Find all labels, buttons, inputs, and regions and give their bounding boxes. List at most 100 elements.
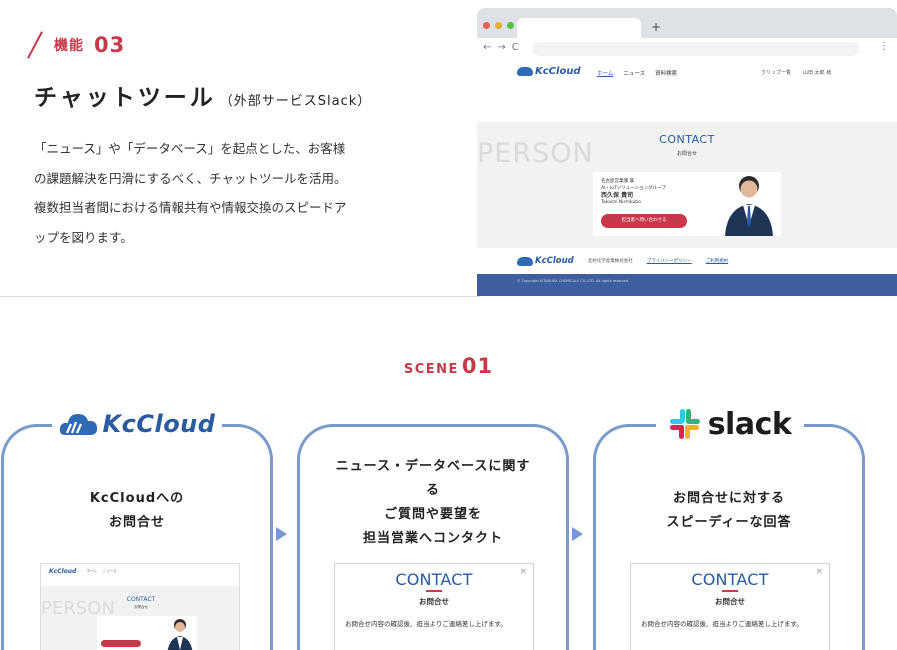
browser-menu-icon: ⋮ — [879, 41, 889, 52]
slash-decoration — [27, 31, 43, 59]
cloud-logo-icon — [517, 256, 533, 266]
step-text: KcCloudへの お問合せ — [4, 487, 270, 535]
site-logo-text: KcCloud — [535, 66, 581, 77]
mini-staff-card — [97, 616, 197, 650]
nav-item-home: ホーム — [597, 71, 614, 77]
nav-buttons-icon: ←→C — [483, 42, 525, 53]
minimize-dot-icon — [495, 22, 502, 29]
step-text-line: お問合せ — [108, 515, 165, 530]
description-line: の課題解決を円滑にするべく、チャットツールを活用。 — [34, 170, 347, 186]
slack-logo-text: slack — [707, 406, 792, 442]
staff-info: 名古屋営業課 兼 AI・IoTソリューショングループ 西久保 貴司 Takash… — [601, 178, 666, 206]
site-nav: ホーム ニュース 資料検索 — [597, 69, 677, 77]
dialog-subtitle: お問合せ — [419, 597, 449, 606]
step-text-line: 担当営業へコンタクト — [362, 531, 503, 546]
contact-dialog: × CONTACT お問合せ お問合せ内容の確認後、担当よりご連絡差し上げます。 — [334, 563, 534, 650]
address-bar — [533, 42, 859, 56]
footer-logo-text: KcCloud — [535, 256, 574, 266]
contact-staff-button: 担当者へ問い合わせる — [601, 214, 687, 228]
kccloud-cloud-icon — [59, 414, 97, 435]
step-text-line: ご質問や要望を — [383, 507, 482, 522]
site-user-area: クリップ一覧 山田 太郎 様 — [761, 69, 831, 76]
dialog-title: CONTACT — [395, 570, 473, 589]
kccloud-logo-text: KcCloud — [102, 410, 216, 438]
new-tab-icon: + — [651, 20, 662, 34]
dialog-underline — [426, 590, 442, 592]
flow-arrow-icon — [276, 527, 287, 541]
nav-item-news: ニュース — [623, 71, 646, 77]
step-text: お問合せに対する スピーディーな回答 — [596, 487, 862, 535]
browser-tab — [517, 18, 641, 40]
flow-arrow-icon — [572, 527, 583, 541]
step-text-line: ニュース・データベースに関す — [335, 459, 531, 474]
scene-title: SCENE 01 — [0, 354, 897, 378]
feature-title: チャットツール （外部サービスSlack） — [34, 78, 371, 112]
step-text-line: お問合せに対する — [672, 491, 785, 506]
copyright-bar: © Copyright KITAMURA CHEMICALS CO.,LTD. … — [477, 274, 897, 296]
slack-hash-icon — [669, 409, 700, 439]
scene-number: 01 — [461, 354, 494, 378]
site-logo: KcCloud — [517, 66, 581, 77]
cloud-logo-icon — [517, 67, 533, 76]
mini-nav-item: ホーム — [86, 568, 97, 573]
staff-photo — [725, 176, 773, 236]
clip-list-link: クリップ一覧 — [761, 70, 792, 76]
mini-contact-heading: CONTACT — [126, 596, 156, 603]
step-text-line: る — [425, 483, 440, 498]
description-line: ップを図ります。 — [34, 229, 133, 245]
staff-group: AI・IoTソリューショングループ — [601, 186, 666, 191]
mini-nav-item: ニュース — [102, 568, 117, 573]
contact-heading: CONTACT — [659, 133, 715, 146]
scene-step-slack: お問合せに対する スピーディーな回答 × CONTACT お問合せ お問合せ内容… — [593, 424, 865, 650]
window-controls — [483, 22, 514, 29]
mini-staff-photo — [167, 619, 193, 650]
site-page: KcCloud ホーム ニュース 資料検索 クリップ一覧 山田 太郎 様 PER… — [477, 60, 897, 296]
staff-dept: 名古屋営業課 兼 — [601, 179, 634, 184]
step-text-line: KcCloudへの — [89, 491, 185, 506]
footer-company: 北村化学産業株式会社 — [587, 259, 633, 264]
mini-logo: KcCloud — [49, 567, 77, 575]
description-line: 「ニュース」や「データベース」を起点とした、お客様 — [34, 141, 346, 156]
contact-dialog: × CONTACT お問合せ お問合せ内容の確認後、担当よりご連絡差し上げます。 — [630, 563, 830, 650]
feature-heading: 機能 03 — [27, 30, 126, 60]
feature-title-main: チャットツール — [34, 85, 216, 111]
dialog-message: お問合せ内容の確認後、担当よりご連絡差し上げます。 — [641, 620, 803, 628]
staff-name: 西久保 貴司 — [601, 192, 634, 199]
nav-item-search: 資料検索 — [655, 71, 678, 77]
dialog-title: CONTACT — [691, 570, 769, 589]
browser-toolbar: ←→C ⋮ — [477, 38, 897, 60]
step-text-line: スピーディーな回答 — [666, 515, 792, 530]
mini-nav: KcCloud ホーム ニュース — [41, 564, 239, 578]
dialog-subtitle: お問合せ — [715, 597, 745, 606]
privacy-link: プライバシーポリシー — [646, 259, 692, 264]
slack-logo: slack — [669, 407, 792, 442]
scene-step-kccloud: KcCloudへの お問合せ KcCloud ホーム ニュース PERSON C… — [1, 424, 273, 650]
maximize-dot-icon — [507, 22, 514, 29]
contact-subheading: お問合せ — [676, 151, 697, 157]
kccloud-logo: KcCloud — [59, 410, 216, 438]
mini-contact-button — [101, 640, 141, 647]
step-text: ニュース・データベースに関す る ご質問や要望を 担当営業へコンタクト — [300, 455, 566, 551]
user-name: 山田 太郎 様 — [803, 70, 832, 76]
dialog-message: お問合せ内容の確認後、担当よりご連絡差し上げます。 — [345, 620, 507, 628]
description-line: 複数担当者間における情報共有や情報交換のスピードア — [34, 200, 347, 215]
footer-logo: KcCloud — [517, 256, 574, 266]
staff-romaji: Takashi Nishikubo — [601, 200, 641, 205]
terms-link: ご利用規約 — [705, 259, 729, 264]
browser-mockup: + ←→C ⋮ KcCloud ホーム ニュース 資料検索 クリップ一覧 山田 … — [477, 8, 897, 296]
dialog-underline — [722, 590, 738, 592]
scene-step-contact: ニュース・データベースに関す る ご質問や要望を 担当営業へコンタクト × CO… — [297, 424, 569, 650]
close-dot-icon — [483, 22, 490, 29]
site-header: KcCloud ホーム ニュース 資料検索 クリップ一覧 山田 太郎 様 — [477, 60, 897, 82]
feature-label: 機能 — [54, 38, 84, 54]
site-footer: KcCloud 北村化学産業株式会社 プライバシーポリシー ご利用規約 — [517, 256, 728, 266]
feature-number: 03 — [94, 33, 126, 57]
slack-badge: slack — [656, 407, 804, 442]
kccloud-mini-screenshot: KcCloud ホーム ニュース PERSON CONTACT お問合せ — [40, 563, 240, 650]
kccloud-badge: KcCloud — [52, 407, 222, 441]
contact-section: PERSON CONTACT お問合せ 名古屋営業課 兼 AI・IoTソリューシ… — [477, 122, 897, 248]
scene-label: SCENE — [403, 362, 459, 377]
mini-contact-sub: お問合せ — [134, 605, 148, 609]
section-divider — [0, 296, 480, 297]
feature-description: 「ニュース」や「データベース」を起点とした、お客様 の課題解決を円滑にするべく、… — [34, 134, 394, 252]
